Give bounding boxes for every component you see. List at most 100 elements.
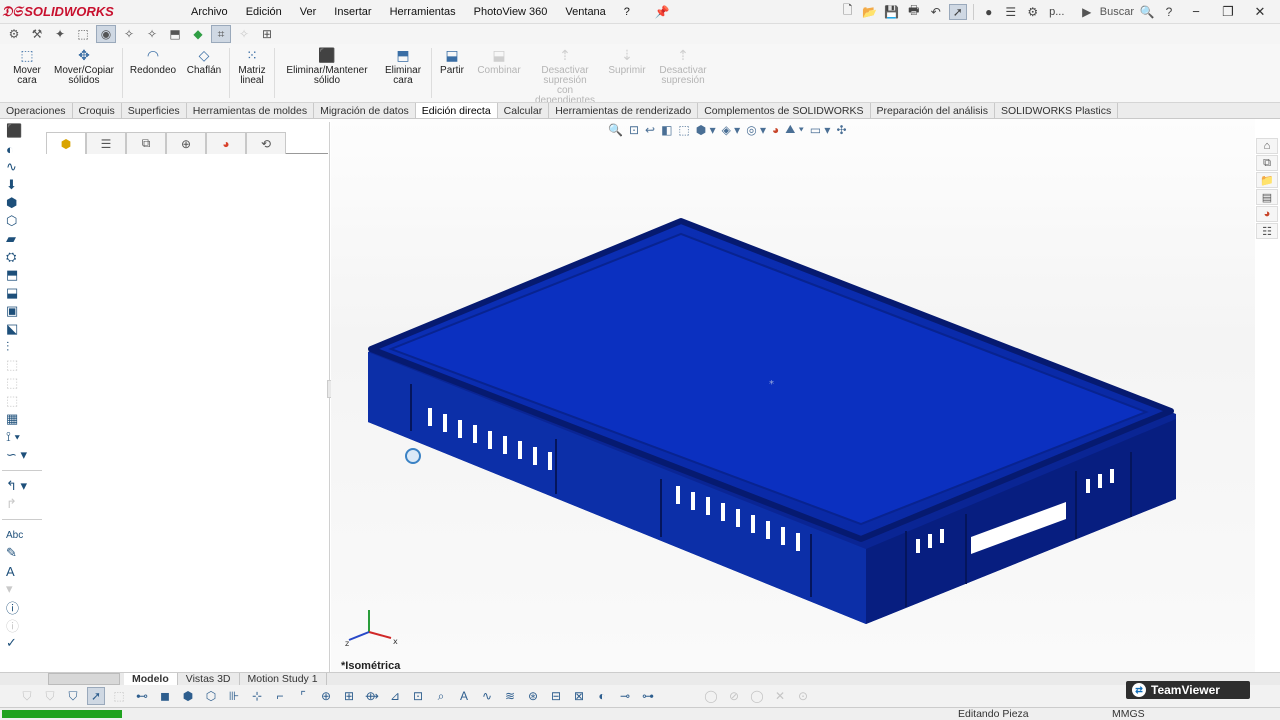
chamfer-button[interactable]: ◇ Chaflán: [181, 44, 227, 78]
plane-icon[interactable]: ▰: [0, 230, 30, 248]
mini-tool-icon[interactable]: ✦: [50, 25, 70, 43]
triad-settings-icon[interactable]: ✣: [836, 123, 846, 137]
tab-solidworks-plastics[interactable]: SOLIDWORKS Plastics: [995, 103, 1119, 118]
tool-icon[interactable]: ⊸: [616, 687, 634, 705]
dim-tool-icon[interactable]: ⬚: [110, 687, 128, 705]
hide-show-icon[interactable]: ◎ ▾: [746, 123, 766, 137]
save-icon[interactable]: 💾: [883, 4, 901, 20]
tool-icon[interactable]: ⌐: [271, 687, 289, 705]
tool-icon[interactable]: ⊡: [409, 687, 427, 705]
print-icon[interactable]: 🖶: [905, 3, 923, 20]
edit-appearance-icon[interactable]: ◕: [772, 123, 779, 137]
tool-icon[interactable]: ⊿: [386, 687, 404, 705]
tool-icon[interactable]: ≋: [501, 687, 519, 705]
selection-filter-icon[interactable]: ⛉: [64, 687, 82, 705]
tool-icon[interactable]: ∿: [478, 687, 496, 705]
zoom-to-area-icon[interactable]: ⊡: [629, 123, 639, 137]
mini-tool-icon[interactable]: ⬒: [165, 25, 185, 43]
tab-modelo[interactable]: Modelo: [124, 673, 178, 685]
wrap-icon[interactable]: ▣: [0, 302, 30, 320]
tab-preparacion-analisis[interactable]: Preparación del análisis: [871, 103, 995, 118]
tab-migracion-datos[interactable]: Migración de datos: [314, 103, 416, 118]
tool-icon[interactable]: ⌜: [294, 687, 312, 705]
delete-face-button[interactable]: ⬒ Eliminar cara: [377, 44, 429, 88]
units-selector[interactable]: MMGS: [1112, 708, 1145, 720]
tab-motion-study[interactable]: Motion Study 1: [240, 673, 327, 685]
file-explorer-icon[interactable]: 📁: [1256, 172, 1278, 188]
select-icon[interactable]: ➚: [948, 3, 967, 20]
move-copy-bodies-button[interactable]: ✥ Mover/Copiar sólidos: [48, 44, 120, 88]
configuration-manager-icon[interactable]: ⧉: [126, 132, 166, 154]
file-properties-icon[interactable]: ☰: [1002, 4, 1020, 20]
menu-herramientas[interactable]: Herramientas: [381, 6, 465, 18]
solidworks-logo[interactable]: 𝔇𝔖 SOLIDWORKS: [2, 1, 152, 23]
quick-label[interactable]: p...: [1046, 4, 1068, 20]
dim-tool-icon[interactable]: ⓘ: [0, 616, 30, 634]
menu-photoview[interactable]: PhotoView 360: [465, 6, 557, 18]
extrude-boss-icon[interactable]: ⬛: [0, 122, 30, 140]
menu-edicion[interactable]: Edición: [237, 6, 291, 18]
property-manager-icon[interactable]: ☰: [86, 132, 126, 154]
filter-icon[interactable]: ⛉: [18, 687, 36, 705]
display-style-icon[interactable]: ◈ ▾: [722, 123, 741, 137]
dim-tool-icon[interactable]: ✕: [771, 687, 789, 705]
previous-view-icon[interactable]: ↩: [645, 123, 655, 137]
text-icon[interactable]: A: [0, 562, 30, 580]
cam-manager-icon[interactable]: ⟲: [246, 132, 286, 154]
tool-icon[interactable]: ◐: [593, 687, 611, 705]
spiral-icon[interactable]: ∽ ▾: [0, 446, 30, 464]
extrude-cut-icon[interactable]: ⬡: [0, 212, 30, 230]
tool-icon[interactable]: ⊶: [639, 687, 657, 705]
mini-tool-active-icon[interactable]: ◉: [96, 25, 116, 43]
search-box[interactable]: ▶ Buscar 🔍: [1078, 4, 1156, 20]
pin-icon[interactable]: 📌: [653, 4, 671, 20]
mini-tool-icon[interactable]: ⚙: [4, 25, 24, 43]
shell-icon[interactable]: ⬒: [0, 266, 30, 284]
linear-pattern-button[interactable]: ⁙ Matriz lineal: [232, 44, 272, 88]
dim-tool-icon[interactable]: ⬚: [0, 374, 30, 392]
mini-tool-icon[interactable]: ✧: [234, 25, 254, 43]
spell-check-icon[interactable]: Abc: [0, 526, 30, 544]
rib-icon[interactable]: ⬓: [0, 284, 30, 302]
tab-herramientas-moldes[interactable]: Herramientas de moldes: [187, 103, 315, 118]
tab-edicion-directa[interactable]: Edición directa: [415, 103, 498, 118]
split-button[interactable]: ⬓ Partir: [434, 44, 470, 78]
reference-geometry-icon[interactable]: ▦: [0, 410, 30, 428]
dim-tool-icon[interactable]: ⬚: [0, 356, 30, 374]
combine-button[interactable]: ⬓ Combinar: [470, 44, 528, 78]
dim-tool-icon[interactable]: ◯: [748, 687, 766, 705]
tab-complementos[interactable]: Complementos de SOLIDWORKS: [698, 103, 871, 118]
restore-button[interactable]: ❐: [1214, 4, 1242, 20]
info-icon[interactable]: ⓘ: [0, 598, 30, 616]
dynamic-annotation-icon[interactable]: ⬚: [678, 123, 689, 137]
appearances-icon[interactable]: ◕: [1256, 206, 1278, 222]
feature-tree-icon[interactable]: ⬢: [46, 132, 86, 154]
zoom-to-fit-icon[interactable]: 🔍: [608, 123, 623, 137]
search-icon[interactable]: 🔍: [1138, 4, 1156, 20]
dim-tool-icon[interactable]: ◯: [702, 687, 720, 705]
mini-tool-icon[interactable]: ✧: [119, 25, 139, 43]
dimxpert-icon[interactable]: ⊕: [166, 132, 206, 154]
loft-icon[interactable]: ⬇: [0, 176, 30, 194]
design-library-icon[interactable]: ⧉: [1256, 155, 1278, 171]
sketch-tool-icon[interactable]: ↰ ▾: [0, 477, 30, 495]
filter-icon[interactable]: ⛉: [41, 687, 59, 705]
unsuppress-button[interactable]: ⇡ Desactivar supresión: [652, 44, 714, 88]
tab-calcular[interactable]: Calcular: [498, 103, 550, 118]
tool-icon[interactable]: A: [455, 687, 473, 705]
tool-icon[interactable]: ⬡: [202, 687, 220, 705]
graphics-area[interactable]: *: [331, 119, 1255, 674]
fillet-button[interactable]: ◠ Redondeo: [125, 44, 181, 78]
apply-scene-icon[interactable]: ⛰ ▾: [785, 122, 803, 137]
dim-tool-icon[interactable]: ⊘: [725, 687, 743, 705]
view-settings-icon[interactable]: ▭ ▾: [810, 123, 831, 137]
tool-icon[interactable]: ⊟: [547, 687, 565, 705]
home-icon[interactable]: ⌂: [1256, 138, 1278, 154]
help-icon[interactable]: ?: [1160, 4, 1178, 20]
intersect-icon[interactable]: ⬕: [0, 320, 30, 338]
tab-operaciones[interactable]: Operaciones: [0, 103, 73, 118]
tool-icon[interactable]: ⌕: [432, 687, 450, 705]
check-icon[interactable]: ✓: [0, 634, 30, 652]
tool-icon[interactable]: ◼: [156, 687, 174, 705]
mini-tool-icon[interactable]: ◆: [188, 25, 208, 43]
